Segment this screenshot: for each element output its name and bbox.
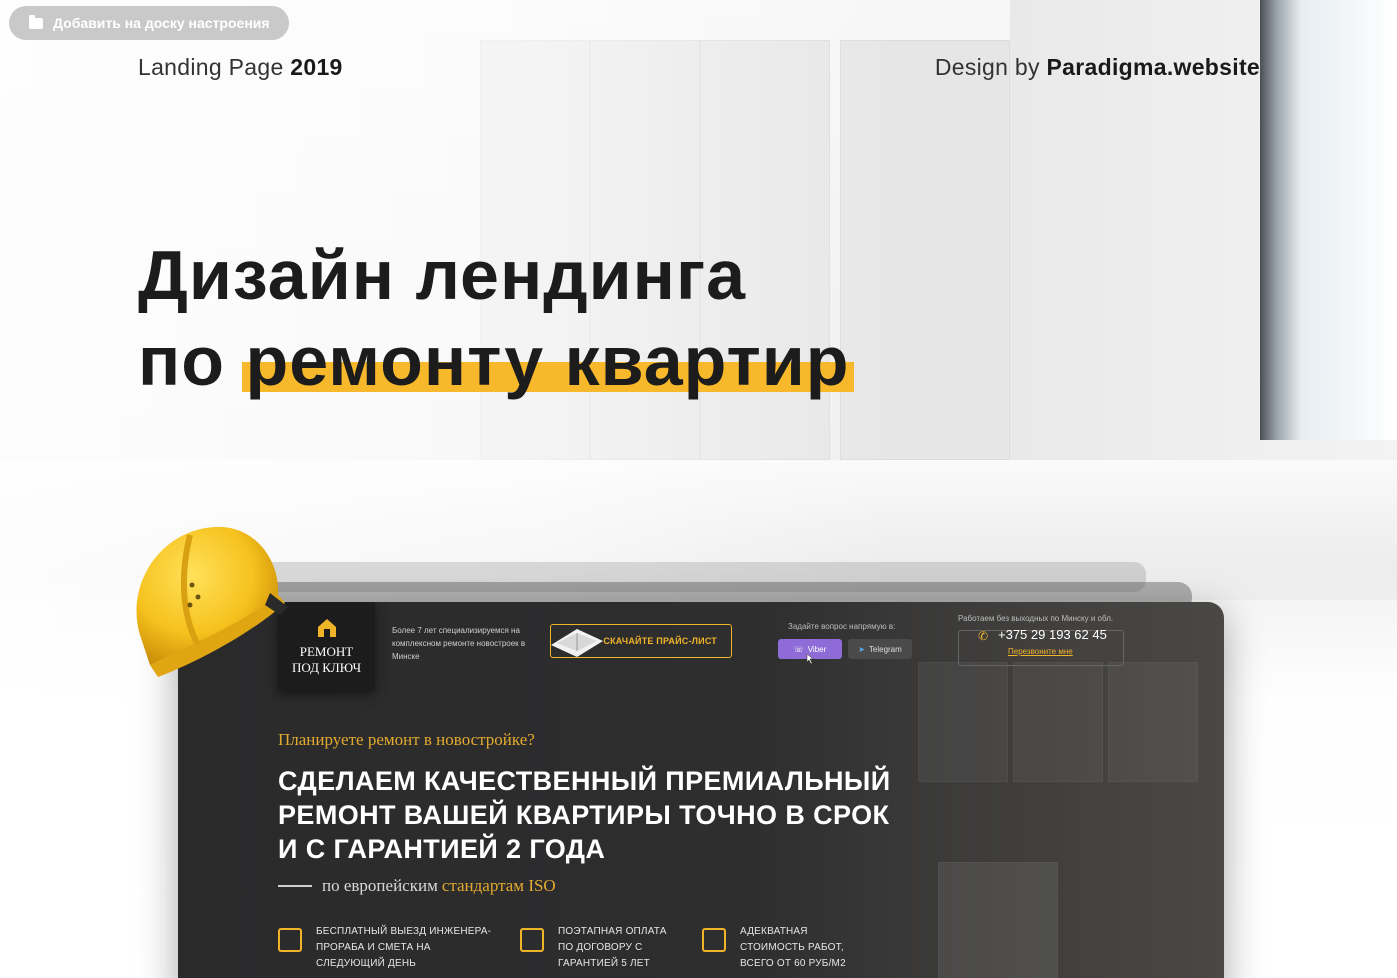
design-credit-prefix: Design by [934, 54, 1040, 80]
house-icon [317, 619, 336, 637]
hard-hat-icon [136, 526, 288, 677]
page-title-highlight: ремонту квартир [245, 322, 850, 400]
hero-title-line3: И С ГАРАНТИЕЙ 2 ГОДА [278, 834, 606, 864]
feature-line: СЛЕДУЮЩИЙ ДЕНЬ [316, 958, 417, 969]
iso-line: по европейским стандартам ISO [278, 876, 556, 896]
page-title-line2-start: по [138, 322, 226, 400]
feature-line: ПОЭТАПНАЯ ОПЛАТА [558, 926, 667, 937]
iso-highlight: стандартам ISO [441, 876, 556, 895]
design-credit: Design by Paradigma.website [935, 54, 1260, 81]
ask-label: Задайте вопрос напрямую в: [788, 622, 896, 631]
wallet-icon [702, 928, 726, 952]
design-credit-brand: Paradigma.website [1046, 54, 1260, 80]
site-logo[interactable]: РЕМОНТ ПОД КЛЮЧ [278, 602, 375, 690]
feature-item: ПОЭТАПНАЯ ОПЛАТА ПО ДОГОВОРУ С ГАРАНТИЕЙ… [520, 924, 667, 972]
telegram-icon: ➤ [858, 644, 865, 654]
hero-question: Планируете ремонт в новостройке? [278, 730, 535, 749]
mockup-cabinet [1108, 662, 1198, 782]
logo-line2: ПОД КЛЮЧ [291, 660, 362, 675]
hero-title-line2: РЕМОНТ ВАШЕЙ КВАРТИРЫ ТОЧНО В СРОК [278, 800, 890, 830]
truck-icon [278, 928, 302, 952]
feature-line: БЕСПЛАТНЫЙ ВЫЕЗД ИНЖЕНЕРА- [316, 926, 492, 937]
mockup-cabinet [938, 862, 1058, 978]
hero-title-line1: СДЕЛАЕМ КАЧЕСТВЕННЫЙ ПРЕМИАЛЬНЫЙ [278, 766, 891, 796]
page-title: Дизайн лендинга по ремонту квартир [138, 232, 850, 404]
feature-item: АДЕКВАТНАЯ СТОИМОСТЬ РАБОТ, ВСЕГО ОТ 60 … [702, 924, 846, 972]
landing-mockup: РЕМОНТ ПОД КЛЮЧ Более 7 лет специализиру… [178, 602, 1224, 978]
feature-line: ПРОРАБА И СМЕТА НА [316, 942, 431, 953]
hero-title: СДЕЛАЕМ КАЧЕСТВЕННЫЙ ПРЕМИАЛЬНЫЙ РЕМОНТ … [278, 764, 891, 866]
page-title-line1: Дизайн лендинга [138, 236, 747, 314]
add-to-moodboard-button[interactable]: Добавить на доску настроения [9, 6, 289, 40]
logo-line1: РЕМОНТ [299, 644, 354, 659]
feature-line: АДЕКВАТНАЯ [740, 926, 808, 937]
landing-page-label: Landing Page 2019 [138, 54, 343, 81]
feature-line: ПО ДОГОВОРУ С [558, 942, 643, 953]
phone-number[interactable]: +375 29 193 62 45 [998, 627, 1107, 642]
dash-divider [278, 885, 312, 887]
iso-prefix: по европейским [322, 876, 438, 895]
intro-text: Более 7 лет специализируемся на комплекс… [392, 626, 526, 661]
folder-icon [29, 14, 43, 29]
brochure-icon [551, 629, 603, 657]
mockup-cabinet [1013, 662, 1103, 782]
phone-icon: ✆ [978, 629, 989, 643]
work-hours-label: Работаем без выходных по Минску и обл. [958, 614, 1114, 623]
feature-item: БЕСПЛАТНЫЙ ВЫЕЗД ИНЖЕНЕРА- ПРОРАБА И СМЕ… [278, 924, 491, 972]
landing-page-prefix: Landing Page [138, 54, 284, 80]
telegram-label: Telegram [868, 644, 902, 654]
feature-text: ПОЭТАПНАЯ ОПЛАТА ПО ДОГОВОРУ С ГАРАНТИЕЙ… [558, 924, 667, 972]
feature-text: БЕСПЛАТНЫЙ ВЫЕЗД ИНЖЕНЕРА- ПРОРАБА И СМЕ… [316, 924, 491, 972]
feature-line: ГАРАНТИЕЙ 5 ЛЕТ [558, 958, 650, 969]
feature-line: ВСЕГО ОТ 60 РУБ/М2 [740, 958, 846, 969]
hand-cursor-icon [806, 654, 814, 664]
callback-link[interactable]: Перезвоните мне [1008, 647, 1073, 656]
viber-label: Viber [807, 644, 827, 654]
viber-icon: ☏ [793, 644, 804, 654]
telegram-button[interactable]: ➤ Telegram [848, 639, 912, 659]
download-price-label: СКАЧАЙТЕ ПРАЙС-ЛИСТ [603, 636, 717, 646]
feature-text: АДЕКВАТНАЯ СТОИМОСТЬ РАБОТ, ВСЕГО ОТ 60 … [740, 924, 846, 972]
mockup-cabinet [918, 662, 1008, 782]
background-window [1260, 0, 1397, 440]
download-price-button[interactable]: СКАЧАЙТЕ ПРАЙС-ЛИСТ [550, 624, 732, 658]
contract-icon [520, 928, 544, 952]
landing-page-year: 2019 [290, 54, 343, 80]
page-title-line2: по ремонту квартир [138, 318, 850, 404]
add-to-moodboard-label: Добавить на доску настроения [53, 15, 270, 31]
feature-line: СТОИМОСТЬ РАБОТ, [740, 942, 844, 953]
